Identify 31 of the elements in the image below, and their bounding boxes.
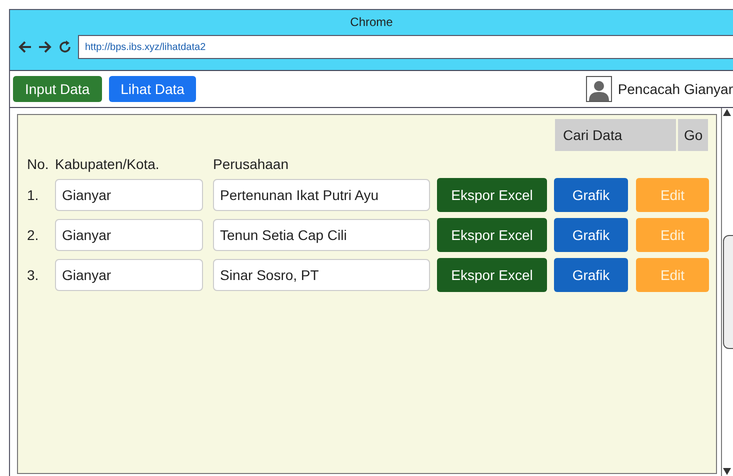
scroll-down-icon[interactable] (722, 466, 732, 476)
chart-button[interactable]: Grafik (554, 258, 628, 292)
row-number: 2. (27, 227, 40, 243)
nav-tab[interactable]: Lihat Data (108, 76, 196, 102)
column-header: Kabupaten/Kota. (55, 156, 160, 172)
export-excel-button[interactable]: Ekspor Excel (437, 258, 547, 292)
user-avatar-icon (586, 76, 612, 102)
reload-icon[interactable] (58, 40, 72, 54)
perusahaan-field[interactable]: Tenun Setia Cap Cili (213, 219, 430, 251)
window-title: Chrome (350, 14, 393, 30)
row-number: 3. (27, 267, 40, 283)
column-header: No. (27, 156, 50, 172)
kabupaten-field[interactable]: Gianyar (55, 259, 203, 291)
nav-tab[interactable]: Input Data (13, 76, 102, 102)
row-number: 1. (27, 187, 40, 203)
kabupaten-field[interactable]: Gianyar (55, 219, 203, 251)
user-name: Pencacah Gianyar (618, 81, 733, 97)
scroll-up-icon[interactable] (722, 108, 732, 118)
chart-button[interactable]: Grafik (554, 178, 628, 212)
export-excel-button[interactable]: Ekspor Excel (437, 218, 547, 252)
address-field[interactable]: http://bps.ibs.xyz/lihatdata2 (78, 35, 733, 59)
search-field[interactable]: Cari Data (555, 119, 676, 151)
forward-icon[interactable] (38, 40, 52, 54)
kabupaten-field[interactable]: Gianyar (55, 179, 203, 211)
chart-button[interactable]: Grafik (554, 218, 628, 252)
export-excel-button[interactable]: Ekspor Excel (437, 178, 547, 212)
perusahaan-field[interactable]: Sinar Sosro, PT (213, 259, 430, 291)
go-button[interactable]: Go (678, 119, 708, 151)
perusahaan-field[interactable]: Pertenunan Ikat Putri Ayu (213, 179, 430, 211)
back-icon[interactable] (18, 40, 32, 54)
column-header: Perusahaan (213, 156, 289, 172)
